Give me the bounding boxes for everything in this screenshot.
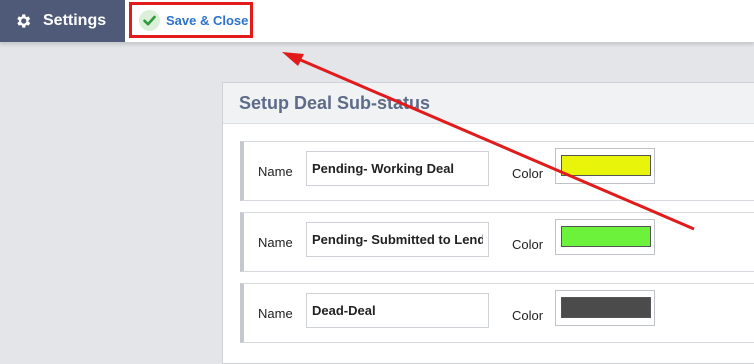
settings-tab[interactable]: Settings <box>0 0 125 42</box>
setup-deal-substatus-panel: Setup Deal Sub-status Name Color Name Co… <box>222 82 754 364</box>
color-label: Color <box>512 237 544 252</box>
color-label: Color <box>512 308 544 323</box>
color-swatch <box>561 155 651 176</box>
substatus-row: Name Color <box>240 283 754 343</box>
panel-header: Setup Deal Sub-status <box>223 83 754 124</box>
color-picker[interactable] <box>555 290 655 326</box>
top-toolbar: Settings Save & Close <box>0 0 754 43</box>
save-and-close-button[interactable]: Save & Close <box>129 2 253 38</box>
substatus-row: Name Color <box>240 212 754 272</box>
panel-title: Setup Deal Sub-status <box>239 93 431 113</box>
name-input[interactable] <box>306 293 489 328</box>
name-label: Name <box>258 306 293 321</box>
color-picker[interactable] <box>555 219 655 255</box>
color-picker[interactable] <box>555 148 655 184</box>
gear-icon <box>17 14 31 28</box>
name-label: Name <box>258 235 293 250</box>
check-icon <box>139 10 160 31</box>
save-and-close-label: Save & Close <box>166 13 249 28</box>
name-label: Name <box>258 164 293 179</box>
settings-label: Settings <box>43 12 107 29</box>
color-label: Color <box>512 166 544 181</box>
color-swatch <box>561 226 651 247</box>
color-swatch <box>561 297 651 318</box>
name-input[interactable] <box>306 222 489 257</box>
name-input[interactable] <box>306 151 489 186</box>
substatus-row: Name Color <box>240 141 754 201</box>
